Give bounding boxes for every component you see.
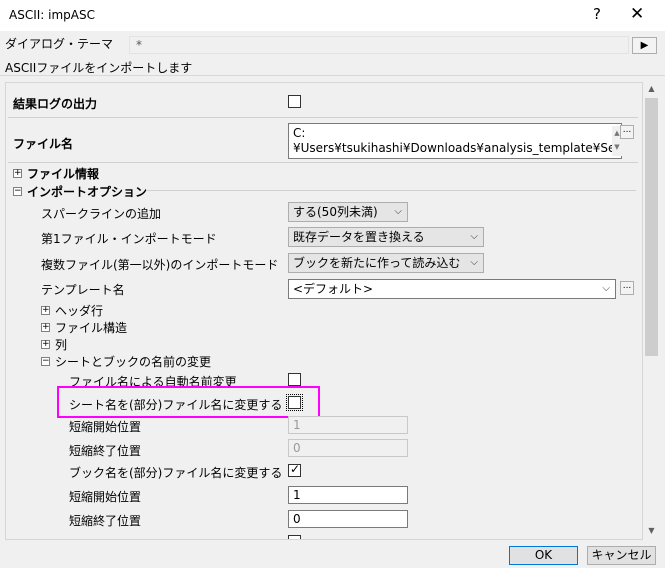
theme-combo[interactable]: * [129, 36, 629, 54]
scroll-up-icon[interactable]: ▲ [643, 84, 660, 96]
multi-mode-label: 複数ファイル(第一以外)のインポートモード [41, 258, 279, 272]
sheet-end-label: 短縮終了位置 [69, 444, 142, 458]
file-structure-expander[interactable]: + [41, 323, 50, 332]
multi-mode-select[interactable]: ブックを新たに作って読み込む ⌵ [288, 253, 484, 273]
chevron-down-icon: ⌵ [470, 257, 478, 268]
sheet-start-label: 短縮開始位置 [69, 420, 142, 434]
settings-panel: 結果ログの出力 ファイル名 C:¥Users¥tsukihashi¥Downlo… [5, 82, 643, 540]
result-log-label: 結果ログの出力 [13, 97, 98, 111]
file-name-value: C:¥Users¥tsukihashi¥Downloads¥analysis_t… [293, 126, 616, 155]
columns-expander[interactable]: + [41, 340, 50, 349]
header-rows-expander[interactable]: + [41, 306, 50, 315]
rename-label[interactable]: シートとブックの名前の変更 [55, 353, 211, 370]
auto-rename-checkbox[interactable] [288, 373, 301, 386]
sparkline-select[interactable]: する(50列未満) ⌵ [288, 202, 408, 222]
cancel-button[interactable]: キャンセル [587, 546, 656, 565]
rename-expander[interactable]: − [41, 357, 50, 366]
first-mode-value: 既存データを置き換える [293, 230, 425, 244]
sheet-start-input[interactable]: 1 [288, 416, 408, 434]
sheet-rename-checkbox[interactable] [286, 394, 303, 411]
window-title: ASCII: impASC [9, 8, 95, 22]
divider [8, 162, 638, 163]
partial-checkbox[interactable] [288, 535, 301, 539]
file-structure-label[interactable]: ファイル構造 [55, 319, 127, 336]
book-start-label: 短縮開始位置 [69, 490, 142, 504]
dialog-description: ASCIIファイルをインポートします [5, 61, 193, 75]
title-bar [0, 0, 665, 31]
help-icon[interactable]: ? [589, 5, 605, 23]
header-rows-label[interactable]: ヘッダ行 [55, 302, 103, 319]
multi-mode-value: ブックを新たに作って読み込む [293, 256, 461, 270]
book-start-input[interactable]: 1 [288, 486, 408, 504]
scroll-thumb[interactable] [645, 98, 658, 356]
scroll-down-icon[interactable]: ▼ [643, 526, 660, 538]
divider [8, 117, 638, 118]
book-end-label: 短縮終了位置 [69, 514, 142, 528]
result-log-checkbox[interactable] [288, 95, 301, 108]
sparkline-value: する(50列未満) [293, 205, 378, 219]
ok-button[interactable]: OK [509, 546, 578, 565]
template-value: <デフォルト> [293, 282, 374, 296]
file-browse-button[interactable]: ... [620, 125, 634, 139]
template-label: テンプレート名 [41, 283, 125, 297]
theme-label: ダイアログ・テーマ [5, 37, 114, 51]
theme-arrow-button[interactable]: ▶ [632, 37, 657, 54]
divider [146, 190, 636, 191]
file-info-expander[interactable]: + [13, 169, 22, 178]
chevron-down-icon: ⌵ [470, 231, 478, 242]
template-browse-button[interactable]: ... [620, 281, 634, 295]
close-icon[interactable]: ✕ [630, 4, 644, 24]
columns-label[interactable]: 列 [55, 336, 67, 353]
chevron-down-icon: ⌵ [602, 283, 610, 294]
sheet-end-input[interactable]: 0 [288, 439, 408, 457]
first-mode-select[interactable]: 既存データを置き換える ⌵ [288, 227, 484, 247]
book-rename-label: ブック名を(部分)ファイル名に変更する [69, 466, 283, 480]
book-end-input[interactable]: 0 [288, 510, 408, 528]
import-options-expander[interactable]: − [13, 187, 22, 196]
file-name-label: ファイル名 [13, 137, 74, 151]
sheet-rename-label: シート名を(部分)ファイル名に変更する [69, 398, 283, 412]
import-options-label[interactable]: インポートオプション [27, 183, 147, 200]
first-mode-label: 第1ファイル・インポートモード [41, 232, 217, 246]
chevron-down-icon: ⌵ [394, 206, 402, 217]
sparkline-label: スパークラインの追加 [41, 207, 162, 221]
template-select[interactable]: <デフォルト> ⌵ [288, 279, 616, 299]
file-info-label[interactable]: ファイル情報 [27, 165, 99, 182]
book-rename-checkbox[interactable] [288, 462, 301, 477]
file-name-input[interactable]: C:¥Users¥tsukihashi¥Downloads¥analysis_t… [288, 123, 622, 159]
